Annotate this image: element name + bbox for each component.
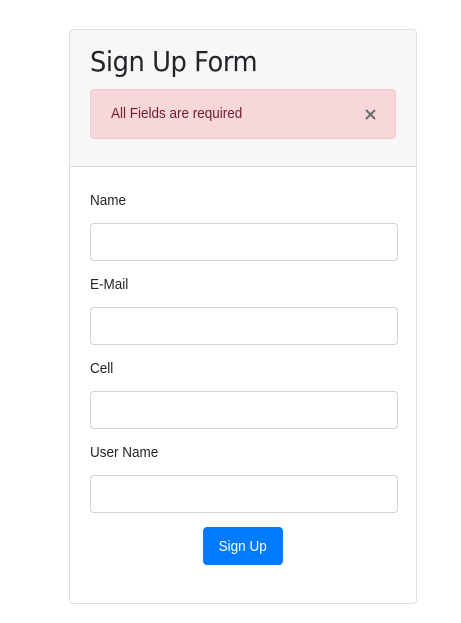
name-group: Name xyxy=(90,191,398,261)
card-body: Name E-Mail Cell User Name Sign Up xyxy=(70,167,416,565)
submit-row: Sign Up xyxy=(90,527,396,565)
error-alert: All Fields are required xyxy=(90,89,396,139)
alert-message: All Fields are required xyxy=(111,105,243,122)
cell-field[interactable] xyxy=(90,391,398,429)
username-label: User Name xyxy=(90,444,159,461)
cell-label: Cell xyxy=(90,360,114,377)
name-field[interactable] xyxy=(90,223,398,261)
sign-up-button-label: Sign Up xyxy=(218,537,268,555)
sign-up-button[interactable]: Sign Up xyxy=(203,527,283,565)
email-field[interactable] xyxy=(90,307,398,345)
card-header: Sign Up Form All Fields are required xyxy=(70,30,416,167)
cell-group: Cell xyxy=(90,359,398,429)
close-icon[interactable] xyxy=(363,107,377,121)
email-group: E-Mail xyxy=(90,275,398,345)
username-group: User Name xyxy=(90,443,398,513)
page-title: Sign Up Form xyxy=(90,45,258,78)
username-field[interactable] xyxy=(90,475,398,513)
email-label: E-Mail xyxy=(90,276,129,293)
signup-card: Sign Up Form All Fields are required Nam… xyxy=(69,29,417,604)
name-label: Name xyxy=(90,192,127,209)
